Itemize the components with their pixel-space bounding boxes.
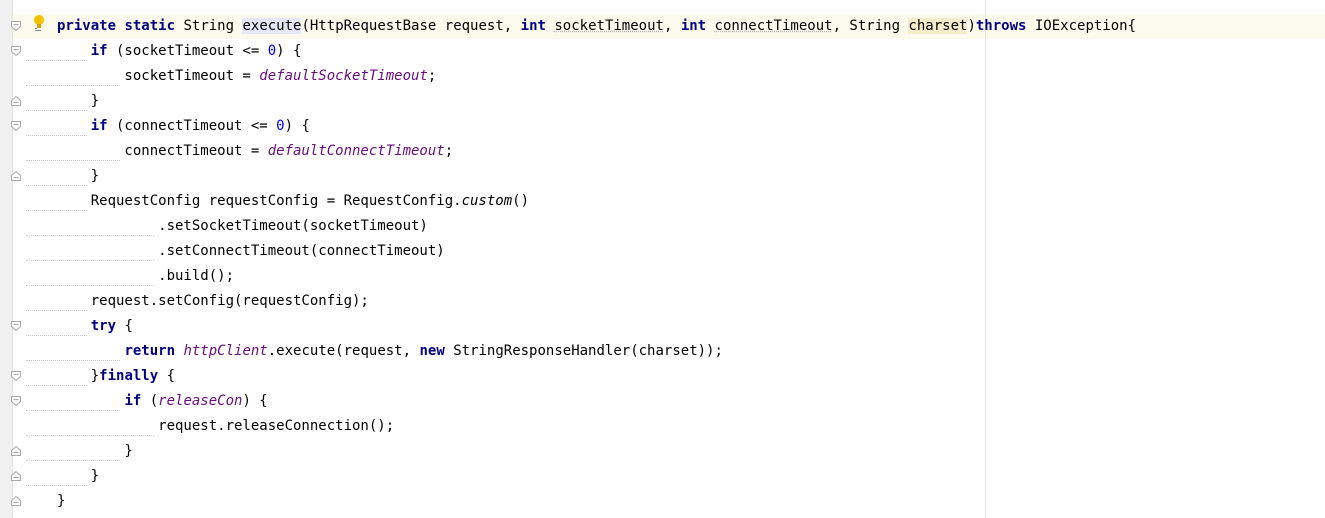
code-token: finally [99, 368, 159, 384]
code-line[interactable]: if (connectTimeout <= 0) { [57, 114, 1136, 139]
code-line[interactable]: if (releaseCon) { [57, 389, 1136, 414]
code-token: try [90, 318, 117, 334]
code-token: RequestConfig requestConfig = RequestCon… [57, 193, 462, 209]
fold-open-icon[interactable] [10, 120, 22, 132]
fold-close-icon[interactable] [10, 470, 22, 482]
code-line[interactable]: }finally { [57, 364, 1136, 389]
fold-open-icon[interactable] [10, 395, 22, 407]
code-line[interactable]: RequestConfig requestConfig = RequestCon… [57, 189, 1136, 214]
code-line[interactable]: if (socketTimeout <= 0) { [57, 39, 1136, 64]
fold-close-icon[interactable] [10, 495, 22, 507]
code-line[interactable]: try { [57, 314, 1136, 339]
code-token: } [57, 93, 100, 109]
code-token: , [663, 18, 681, 34]
code-token: , String [832, 18, 909, 34]
code-token: ) { [284, 118, 310, 134]
fold-close-icon[interactable] [10, 170, 22, 182]
code-token: } [57, 368, 100, 384]
code-line[interactable]: .setSocketTimeout(socketTimeout) [57, 214, 1136, 239]
fold-open-icon[interactable] [10, 370, 22, 382]
code-token: request.setConfig(requestConfig); [57, 293, 369, 309]
fold-open-icon[interactable] [10, 20, 22, 32]
code-token: if [90, 118, 108, 134]
code-token: () [512, 193, 530, 209]
code-token: ; [444, 143, 454, 159]
code-line[interactable]: } [57, 89, 1136, 114]
code-token: throws [975, 18, 1027, 34]
code-token: 0 [267, 43, 277, 59]
code-line[interactable]: .setConnectTimeout(connectTimeout) [57, 239, 1136, 264]
code-token: ) [967, 18, 976, 34]
code-token: static [124, 18, 176, 34]
code-line[interactable]: } [57, 439, 1136, 464]
code-line[interactable]: connectTimeout = defaultConnectTimeout; [57, 139, 1136, 164]
code-line[interactable]: } [57, 489, 1136, 514]
code-token: charset [908, 18, 968, 34]
code-editor[interactable]: private static String execute(HttpReques… [57, 14, 1136, 514]
code-token: private [57, 18, 117, 34]
code-token: execute [242, 18, 302, 34]
code-line[interactable]: socketTimeout = defaultSocketTimeout; [57, 64, 1136, 89]
code-token: request.releaseConnection(); [57, 418, 395, 434]
code-token: .setConnectTimeout(connectTimeout) [57, 243, 445, 259]
code-token: { [116, 318, 133, 334]
code-token: connectTimeout = [57, 143, 268, 159]
code-token: defaultSocketTimeout [259, 68, 428, 84]
code-token: connectTimeout [714, 18, 833, 34]
code-token: } [57, 443, 133, 459]
code-line[interactable]: request.setConfig(requestConfig); [57, 289, 1136, 314]
fold-close-icon[interactable] [10, 445, 22, 457]
code-line[interactable]: .build(); [57, 264, 1136, 289]
code-line[interactable]: private static String execute(HttpReques… [57, 14, 1136, 39]
code-token: ) { [276, 43, 302, 59]
gutter-separator [12, 0, 13, 518]
editor-gutter [0, 0, 12, 518]
code-token: new [419, 343, 445, 359]
code-token: socketTimeout [554, 18, 664, 34]
code-token: ) { [242, 393, 268, 409]
code-token: IOException{ [1026, 18, 1137, 34]
code-line[interactable]: return httpClient.execute(request, new S… [57, 339, 1136, 364]
fold-open-icon[interactable] [10, 320, 22, 332]
code-token: socketTimeout = [57, 68, 260, 84]
code-token: (connectTimeout <= [107, 118, 277, 134]
code-token: ; [427, 68, 437, 84]
code-token: 0 [276, 118, 285, 134]
code-token: if [124, 393, 142, 409]
code-token: { [158, 368, 176, 384]
code-line[interactable]: } [57, 464, 1136, 489]
code-token: (socketTimeout <= [107, 43, 268, 59]
code-token: httpClient [183, 343, 268, 359]
code-token: custom [461, 193, 513, 209]
code-token: } [57, 168, 100, 184]
code-line[interactable]: } [57, 164, 1136, 189]
fold-close-icon[interactable] [10, 95, 22, 107]
code-token: int [520, 18, 546, 34]
code-token: ( [141, 393, 159, 409]
code-token: StringResponseHandler(charset)); [444, 343, 723, 359]
code-token: defaultConnectTimeout [267, 143, 445, 159]
code-token: } [57, 468, 100, 484]
code-token: .build(); [57, 268, 235, 284]
code-token: } [57, 493, 66, 509]
lightbulb-icon[interactable] [33, 14, 47, 34]
code-token: if [90, 43, 108, 59]
code-token: .setSocketTimeout(socketTimeout) [57, 218, 428, 234]
code-token: (HttpRequestBase request, [301, 18, 521, 34]
code-token: String [175, 18, 243, 34]
fold-open-icon[interactable] [10, 45, 22, 57]
code-token: releaseCon [158, 393, 243, 409]
code-line[interactable]: request.releaseConnection(); [57, 414, 1136, 439]
code-token: .execute(request, [267, 343, 420, 359]
code-token: int [680, 18, 707, 34]
code-token: return [124, 343, 176, 359]
